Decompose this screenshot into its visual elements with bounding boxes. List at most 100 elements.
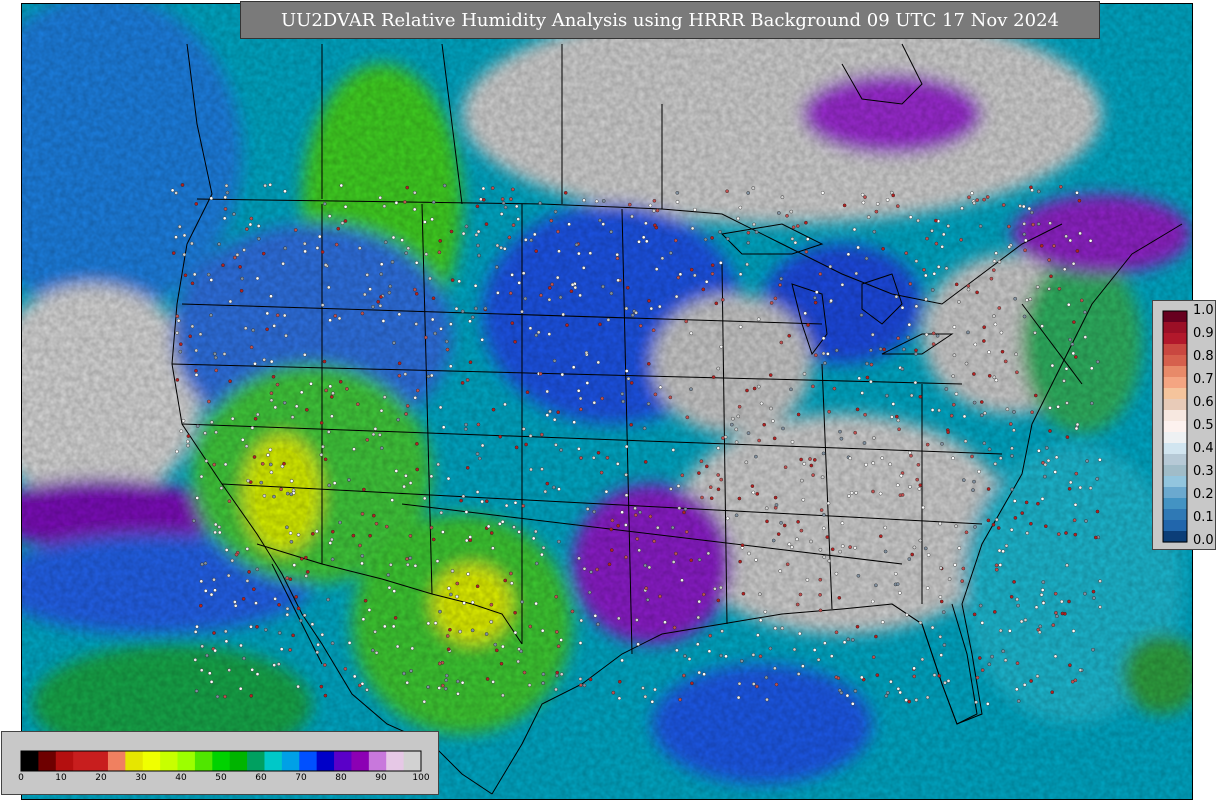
rh-colorbar-segment	[1163, 344, 1187, 356]
station-marker	[823, 641, 827, 645]
station-marker	[269, 470, 274, 475]
station-marker	[436, 462, 441, 467]
station-marker	[939, 599, 944, 604]
station-marker	[1062, 267, 1067, 272]
station-marker	[589, 570, 593, 574]
station-marker	[652, 198, 657, 203]
station-marker	[388, 284, 393, 289]
station-marker	[942, 643, 947, 647]
station-marker	[900, 305, 905, 310]
rh-map-svg	[22, 4, 1192, 799]
station-marker	[464, 422, 468, 427]
station-marker	[243, 326, 248, 331]
station-marker	[716, 473, 721, 477]
station-marker	[429, 474, 434, 479]
station-marker	[912, 666, 916, 671]
station-marker	[745, 388, 749, 393]
station-marker	[330, 557, 335, 562]
station-marker	[704, 279, 709, 284]
station-marker	[1029, 185, 1033, 190]
station-marker	[813, 300, 818, 305]
station-marker	[593, 614, 598, 618]
station-marker	[795, 537, 799, 542]
station-marker	[962, 414, 967, 419]
station-marker	[978, 224, 983, 228]
station-marker	[233, 600, 237, 604]
station-marker	[1067, 486, 1072, 491]
station-marker	[351, 533, 356, 538]
station-marker	[296, 684, 300, 689]
station-marker	[328, 384, 333, 389]
station-marker	[1025, 298, 1029, 302]
station-marker	[796, 520, 800, 524]
station-marker	[804, 249, 809, 254]
station-marker	[406, 246, 411, 251]
station-marker	[1095, 477, 1099, 481]
station-marker	[982, 339, 986, 343]
station-marker	[1015, 661, 1020, 666]
station-marker	[636, 642, 640, 647]
station-marker	[779, 521, 783, 525]
station-marker	[616, 523, 621, 528]
station-marker	[378, 195, 383, 200]
station-marker	[293, 228, 298, 232]
station-marker	[946, 430, 950, 435]
station-marker	[827, 409, 831, 414]
station-marker	[846, 252, 851, 257]
station-marker	[223, 462, 228, 467]
station-marker	[470, 315, 475, 320]
station-marker	[413, 395, 418, 400]
station-marker	[730, 422, 734, 427]
station-marker	[848, 456, 852, 461]
station-marker	[821, 351, 826, 356]
station-marker	[390, 498, 395, 502]
station-marker	[443, 686, 448, 691]
rh-colorbar-tick-label: 1.0	[1193, 303, 1214, 318]
station-marker	[570, 609, 575, 614]
station-marker	[484, 499, 489, 504]
station-marker	[235, 253, 240, 257]
station-marker	[900, 367, 905, 371]
rh-colorbar-segment	[1163, 487, 1187, 499]
station-marker	[908, 282, 913, 286]
station-marker	[853, 430, 858, 435]
station-marker	[174, 235, 178, 239]
texture-overlay	[22, 4, 1192, 799]
station-marker	[556, 229, 560, 234]
station-marker	[362, 292, 367, 297]
station-marker	[980, 668, 985, 672]
station-marker	[838, 429, 842, 434]
station-marker	[653, 392, 658, 397]
rh-percent-colorbar-segment	[316, 751, 335, 771]
station-marker	[213, 351, 217, 356]
station-marker	[875, 673, 880, 677]
station-marker	[340, 221, 345, 225]
station-marker	[289, 479, 294, 483]
station-marker	[442, 183, 447, 188]
station-marker	[914, 304, 919, 309]
station-marker	[705, 464, 709, 469]
station-marker	[675, 200, 680, 204]
station-marker	[249, 694, 253, 698]
station-marker	[755, 492, 760, 496]
station-marker	[626, 376, 631, 381]
title-box: UU2DVAR Relative Humidity Analysis using…	[240, 1, 1100, 39]
station-marker	[209, 592, 214, 597]
rh-percent-colorbar-segment	[281, 751, 300, 771]
station-marker	[630, 214, 634, 219]
station-marker	[1012, 410, 1016, 414]
station-marker	[439, 510, 444, 515]
station-marker	[549, 218, 554, 223]
station-marker	[412, 207, 417, 212]
page-title: UU2DVAR Relative Humidity Analysis using…	[281, 9, 1059, 31]
station-marker	[299, 618, 303, 623]
station-marker	[198, 332, 203, 337]
station-marker	[806, 323, 810, 327]
station-marker	[1041, 601, 1046, 605]
station-marker	[898, 591, 902, 595]
station-marker	[944, 387, 949, 391]
station-marker	[1094, 535, 1098, 540]
station-marker	[922, 267, 926, 272]
station-marker	[719, 344, 724, 349]
station-marker	[972, 612, 977, 617]
